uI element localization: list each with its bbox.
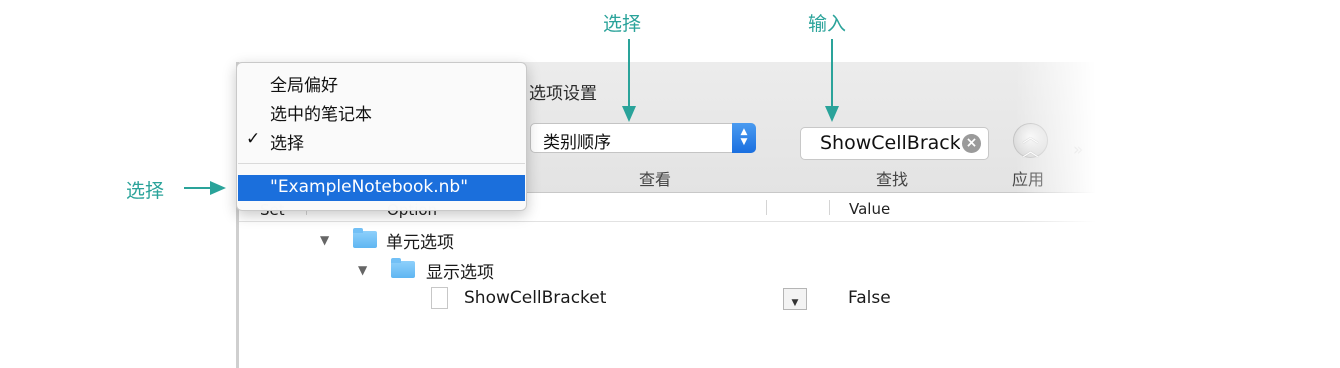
arrow-down-icon [825,39,839,122]
arrow-right-icon [184,181,226,195]
annotation-arrows [184,39,839,195]
arrow-down-icon [622,39,636,122]
